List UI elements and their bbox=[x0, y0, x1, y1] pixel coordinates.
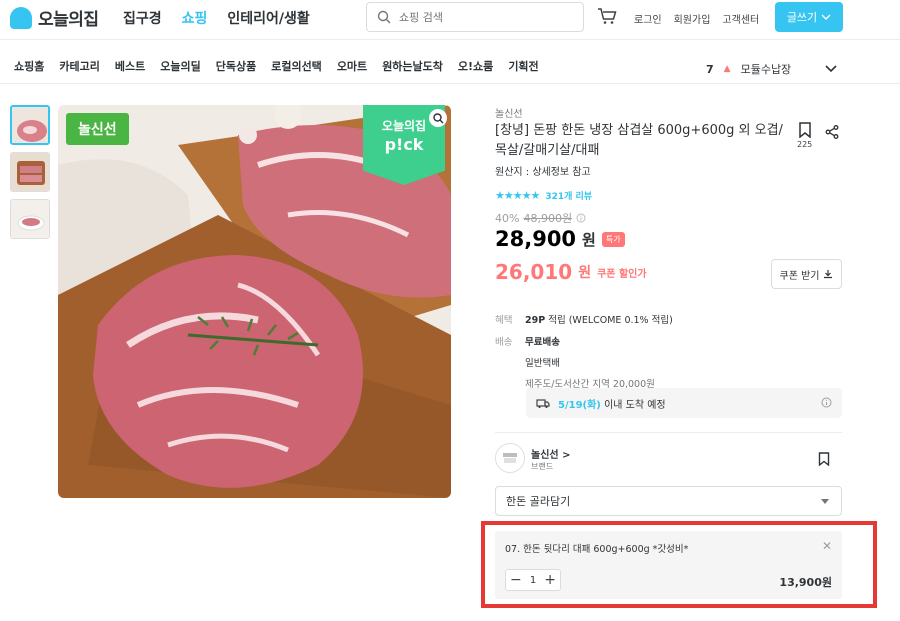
sale-price-unit: 원 bbox=[582, 230, 596, 249]
option-select[interactable]: 한돈 골라담기 bbox=[495, 486, 842, 516]
arrival-info-icon[interactable] bbox=[821, 397, 832, 408]
section-divider bbox=[495, 432, 842, 433]
sale-price: 28,900 bbox=[495, 227, 577, 251]
product-title: [창녕] 돈팡 한돈 냉장 삼겹살 600g+600g 외 오겹/목살/갈매기살… bbox=[495, 123, 783, 159]
tab-desired-date[interactable]: 원하는날도착 bbox=[382, 58, 443, 74]
tab-todays-deal[interactable]: 오늘의딜 bbox=[160, 58, 200, 74]
arrival-date: 5/19(화) bbox=[558, 399, 601, 411]
thumbnail-2[interactable] bbox=[10, 152, 50, 192]
arrival-estimate: 5/19(화) 이내 도착 예정 bbox=[526, 388, 842, 418]
nav-shopping[interactable]: 쇼핑 bbox=[182, 8, 208, 28]
benefit-desc: 적립 (WELCOME 0.1% 적립) bbox=[548, 315, 673, 326]
origin-info: 원산지 : 상세정보 참고 bbox=[495, 167, 591, 178]
pick-badge-bottom: p!ck bbox=[384, 134, 424, 154]
house-logo-icon bbox=[10, 6, 32, 29]
logo[interactable]: 오늘의집 bbox=[10, 5, 99, 30]
thumbnail-3[interactable] bbox=[10, 199, 50, 239]
coupon-price-unit: 원 bbox=[578, 265, 592, 281]
popular-search-ranking[interactable]: 7 ▲ 모듈수납장 bbox=[706, 61, 791, 77]
bookmark-icon bbox=[798, 122, 811, 139]
coupon-price-label: 쿠폰 할인가 bbox=[597, 268, 647, 280]
write-button-label: 글쓰기 bbox=[786, 11, 818, 24]
seller-name[interactable]: 놀신선 > bbox=[531, 446, 570, 461]
tab-exclusive[interactable]: 단독상품 bbox=[216, 58, 256, 74]
main-nav: 집구경 쇼핑 인테리어/생활 bbox=[123, 8, 310, 28]
seller-logo-icon bbox=[495, 443, 525, 473]
coupon-price: 26,010 bbox=[495, 260, 573, 284]
cart-icon[interactable] bbox=[597, 7, 617, 29]
bookmark-count: 225 bbox=[797, 140, 813, 149]
coupon-button-label: 쿠폰 받기 bbox=[779, 270, 820, 282]
bookmark-button[interactable]: 225 bbox=[797, 122, 812, 149]
tab-exhibition[interactable]: 기획전 bbox=[508, 58, 538, 74]
star-rating: ★★★★★ bbox=[495, 189, 540, 202]
seller-bookmark-icon[interactable] bbox=[818, 451, 830, 470]
info-icon[interactable] bbox=[576, 213, 586, 223]
benefit-row: 혜택 29P 적립 (WELCOME 0.1% 적립) bbox=[495, 312, 842, 326]
tab-omart[interactable]: 오마트 bbox=[337, 58, 367, 74]
highlight-box bbox=[481, 521, 877, 608]
write-button[interactable]: 글쓰기 bbox=[775, 2, 843, 32]
logo-text: 오늘의집 bbox=[38, 10, 99, 30]
tab-category[interactable]: 카테고리 bbox=[59, 58, 99, 74]
nav-interior[interactable]: 인테리어/생활 bbox=[227, 8, 309, 28]
search-box[interactable] bbox=[366, 2, 584, 32]
discount-row: 40% 48,900원 bbox=[495, 210, 586, 226]
tab-best[interactable]: 베스트 bbox=[115, 58, 145, 74]
seller-row[interactable]: 놀신선 > 브랜드 bbox=[495, 443, 842, 475]
tab-shopping-home[interactable]: 쇼핑홈 bbox=[14, 58, 44, 74]
tab-local-choice[interactable]: 로컬의선택 bbox=[271, 58, 322, 74]
login-link[interactable]: 로그인 bbox=[634, 11, 662, 26]
pick-badge-top: 오늘의집 bbox=[381, 119, 427, 133]
customer-center-link[interactable]: 고객센터 bbox=[722, 11, 759, 26]
thumbnail-1[interactable] bbox=[10, 105, 50, 145]
benefit-label: 혜택 bbox=[495, 315, 513, 326]
thumbnail-list bbox=[10, 105, 50, 239]
original-price: 48,900원 bbox=[523, 212, 573, 225]
nav-home-tour[interactable]: 집구경 bbox=[123, 8, 162, 28]
search-icon bbox=[377, 10, 391, 24]
user-menu: 로그인 회원가입 고객센터 bbox=[634, 11, 759, 26]
category-tabs: 쇼핑홈 카테고리 베스트 오늘의딜 단독상품 로컬의선택 오마트 원하는날도착 … bbox=[14, 58, 539, 74]
seller-type: 브랜드 bbox=[531, 462, 554, 471]
shipping-method: 일반택배 bbox=[525, 358, 560, 369]
discount-rate: 40% bbox=[495, 211, 520, 225]
ranking-expand-chevron-icon[interactable] bbox=[825, 58, 837, 77]
arrival-text: 이내 도착 예정 bbox=[604, 399, 666, 411]
coupon-download-button[interactable]: 쿠폰 받기 bbox=[771, 259, 842, 289]
brand-link[interactable]: 놀신선 bbox=[495, 105, 842, 120]
special-badge: 특가 bbox=[601, 231, 625, 247]
truck-icon bbox=[536, 398, 550, 408]
rank-term: 모듈수납장 bbox=[740, 63, 792, 76]
price-row: 28,900 원 특가 bbox=[495, 227, 625, 251]
rating-row[interactable]: ★★★★★ 321개 리뷰 bbox=[495, 189, 592, 202]
product-info: 놀신선 [창녕] 돈팡 한돈 냉장 삼겹살 600g+600g 외 오겹/목살/… bbox=[495, 105, 842, 516]
chevron-down-icon bbox=[821, 14, 831, 20]
option-select-value: 한돈 골라담기 bbox=[506, 495, 571, 508]
top-header: 오늘의집 집구경 쇼핑 인테리어/생활 로그인 회원가입 고객센터 글쓰기 bbox=[0, 0, 900, 40]
review-count: 321개 리뷰 bbox=[545, 192, 593, 202]
caret-down-icon bbox=[821, 499, 829, 504]
search-input[interactable] bbox=[399, 10, 559, 24]
share-icon[interactable] bbox=[825, 124, 839, 143]
rank-number: 7 bbox=[706, 62, 714, 76]
download-icon bbox=[824, 270, 833, 279]
zoom-icon[interactable] bbox=[429, 109, 447, 127]
brand-badge: 놀신선 bbox=[66, 113, 129, 145]
tab-showroom[interactable]: 오!쇼룸 bbox=[458, 58, 493, 74]
coupon-price-row: 26,010 원 쿠폰 할인가 bbox=[495, 260, 647, 284]
signup-link[interactable]: 회원가입 bbox=[674, 11, 711, 26]
shipping-fee: 무료배송 bbox=[525, 337, 560, 348]
shipping-label: 배송 bbox=[495, 337, 513, 348]
product-main-image[interactable]: 놀신선 오늘의집 p!ck bbox=[58, 105, 451, 498]
rank-up-icon: ▲ bbox=[723, 64, 731, 74]
benefit-points: 29P bbox=[525, 315, 546, 326]
